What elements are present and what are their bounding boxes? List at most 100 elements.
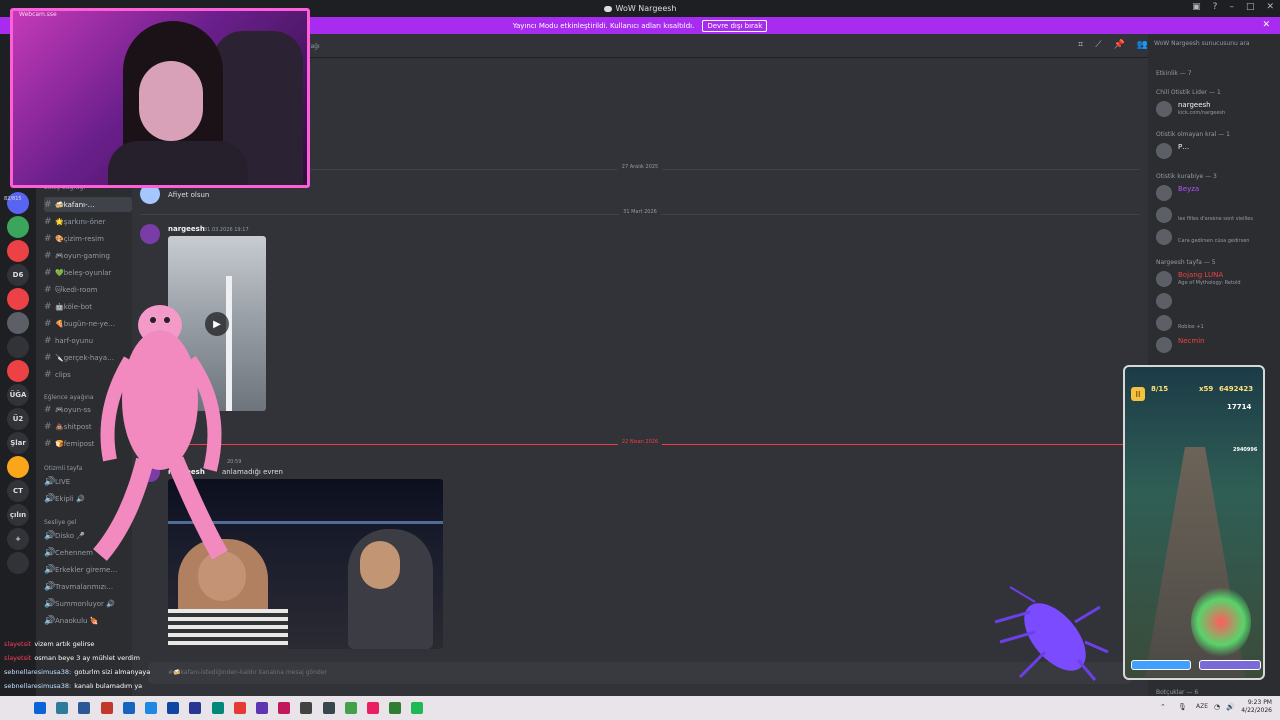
category-voice[interactable]: Sesliye gel xyxy=(44,519,76,526)
message-author[interactable]: nargeesh xyxy=(168,225,205,233)
server-icon[interactable]: Şlar xyxy=(7,432,29,454)
server-icon[interactable] xyxy=(7,312,29,334)
taskbar-app-icon[interactable] xyxy=(56,702,69,714)
member-item[interactable]: Cara gedirsen cüsa gedirsen xyxy=(1156,227,1278,247)
member-category: Botçuklar — 6 xyxy=(1156,689,1199,696)
mic-icon[interactable]: 🎙 xyxy=(1178,703,1187,711)
hash-icon: # xyxy=(44,369,52,380)
channel-item[interactable]: # 💚beleş-oyunlar xyxy=(44,265,132,280)
pin-icon[interactable]: 📌 xyxy=(1114,40,1125,50)
taskbar-app-icon[interactable] xyxy=(322,702,335,714)
help-icon[interactable]: ? xyxy=(1213,2,1218,12)
member-item[interactable] xyxy=(1156,291,1278,311)
taskbar-app-icon[interactable] xyxy=(78,702,91,714)
server-icon[interactable] xyxy=(7,456,29,478)
taskbar-app-icon[interactable] xyxy=(367,702,379,714)
server-icon[interactable]: D6 xyxy=(7,264,29,286)
member-name: P… xyxy=(1178,143,1190,151)
taskbar-app-icon[interactable] xyxy=(34,702,46,714)
chat-line: slayetsit osman beye 3 ay mühlet verdim xyxy=(4,651,284,665)
member-item[interactable]: nargeesh kick.com/nargeesh xyxy=(1156,99,1278,119)
server-icon[interactable]: Ü2 xyxy=(7,408,29,430)
webcam-label: Webcam.sse xyxy=(19,11,57,18)
channel-item[interactable]: # 🎨çizim-resim xyxy=(44,231,132,246)
channel-item[interactable]: # 🌟şarkını-öner xyxy=(44,214,132,229)
close-icon[interactable]: ✕ xyxy=(1266,2,1274,12)
server-icon[interactable] xyxy=(7,288,29,310)
speaker-icon: 🔊 xyxy=(44,547,56,558)
taskbar-app-icon[interactable] xyxy=(300,702,313,714)
taskbar-app-icon[interactable] xyxy=(167,702,180,714)
channel-item[interactable]: 🔊 Travmalarımızı… xyxy=(44,579,132,594)
banner-close-icon[interactable]: ✕ xyxy=(1262,20,1270,30)
game-score: 6492423 xyxy=(1219,385,1254,393)
member-item[interactable]: Necmin xyxy=(1156,335,1278,355)
chat-line: sebnellaresimusa38: kanalı bulamadım ya xyxy=(4,679,284,693)
taskbar-app-icon[interactable] xyxy=(145,702,157,714)
disable-streamer-mode-button[interactable]: Devre dışı bırak xyxy=(702,19,768,32)
channel-item[interactable]: 🔊 Anaokulu 🍖 xyxy=(44,613,132,628)
avatar[interactable] xyxy=(140,224,160,244)
hash-icon: # xyxy=(44,233,52,244)
channel-item[interactable]: # 🎮oyun-gaming xyxy=(44,248,132,263)
game-overlay: II 8/15 x59 6492423 17714 2940996 xyxy=(1123,365,1265,680)
server-icon[interactable] xyxy=(7,552,29,574)
member-item[interactable]: Beyza xyxy=(1156,183,1278,203)
taskbar-app-icon[interactable] xyxy=(211,702,224,714)
hash-icon: # xyxy=(44,404,52,415)
speaker-icon: 🔊 xyxy=(44,476,56,487)
server-icon[interactable]: ÜĞA xyxy=(7,384,29,406)
taskbar-app-icon[interactable] xyxy=(278,702,291,714)
volume-icon[interactable]: 🔊 xyxy=(1226,703,1235,711)
maximize-icon[interactable]: □ xyxy=(1246,2,1255,12)
game-multiplier: x59 xyxy=(1199,385,1214,393)
server-icon[interactable] xyxy=(7,336,29,358)
server-icon[interactable]: CT xyxy=(7,480,29,502)
chat-message: vizem artık gelirse xyxy=(34,640,95,648)
message-input[interactable]: #🍻kafanı-istediğinden-kaldır kanalına me… xyxy=(148,662,1132,684)
taskbar-app-icon[interactable] xyxy=(189,702,202,714)
server-icon[interactable] xyxy=(7,216,29,238)
taskbar-app-icon[interactable] xyxy=(233,702,246,714)
taskbar-app-icon[interactable] xyxy=(411,702,424,714)
discord-logo-icon xyxy=(603,5,612,12)
server-icon[interactable]: çılın xyxy=(7,504,29,526)
avatar xyxy=(1156,337,1172,353)
category-otizm[interactable]: Otizmli tayfa xyxy=(44,465,82,472)
category-fun[interactable]: Eğlence ayağına xyxy=(44,394,94,401)
inbox-icon[interactable]: ▣ xyxy=(1192,2,1201,12)
clock[interactable]: 9:23 PM 4/22/2026 xyxy=(1241,699,1272,715)
server-search-input[interactable]: WoW Nargeesh sunucusunu ara xyxy=(1154,40,1250,47)
channel-item[interactable]: # 🍻kafanı-… xyxy=(44,197,132,212)
minimize-icon[interactable]: – xyxy=(1229,2,1234,12)
taskbar-app-icon[interactable] xyxy=(344,702,357,714)
wifi-icon[interactable]: ◔ xyxy=(1214,703,1220,711)
avatar xyxy=(1156,293,1172,309)
member-name: nargeesh xyxy=(1178,101,1211,109)
member-item[interactable]: P… xyxy=(1156,141,1278,161)
chat-username: slayetsit xyxy=(4,654,32,662)
member-status: lex filles d'arsène sont vieilles xyxy=(1178,216,1253,222)
channel-item[interactable]: 🔊 Summonluyor 🔊 xyxy=(44,596,132,611)
chat-message: osman beye 3 ay mühlet verdim xyxy=(34,654,140,662)
tray-icon[interactable]: ⌃ xyxy=(1160,703,1166,711)
server-icon[interactable]: + xyxy=(7,528,29,550)
member-item[interactable]: Roblox +1 xyxy=(1156,313,1278,333)
banner-text: Yayıncı Modu etkinleştirildi. Kullanıcı … xyxy=(512,21,695,30)
threads-icon[interactable]: ⌗ xyxy=(1078,40,1083,50)
avatar xyxy=(1156,229,1172,245)
language-indicator[interactable]: AZE xyxy=(1196,703,1208,710)
server-icon[interactable] xyxy=(7,240,29,262)
taskbar-app-icon[interactable] xyxy=(122,702,135,714)
taskbar-app-icon[interactable] xyxy=(100,702,113,714)
member-item[interactable]: lex filles d'arsène sont vieilles xyxy=(1156,205,1278,225)
channel-item[interactable]: # 🐱kedi-room xyxy=(44,282,132,297)
mute-icon[interactable]: ⟋ xyxy=(1095,40,1101,50)
taskbar-app-icon[interactable] xyxy=(389,702,402,714)
taskbar-app-icon[interactable] xyxy=(256,702,268,714)
members-toggle-icon[interactable]: 👥 xyxy=(1137,40,1148,50)
server-icon[interactable] xyxy=(7,360,29,382)
member-name: Necmin xyxy=(1178,337,1205,345)
channel-label: Disko 🎤 xyxy=(55,531,86,540)
member-item[interactable]: Bojang LUNA Age of Mythology: Retold xyxy=(1156,269,1278,289)
